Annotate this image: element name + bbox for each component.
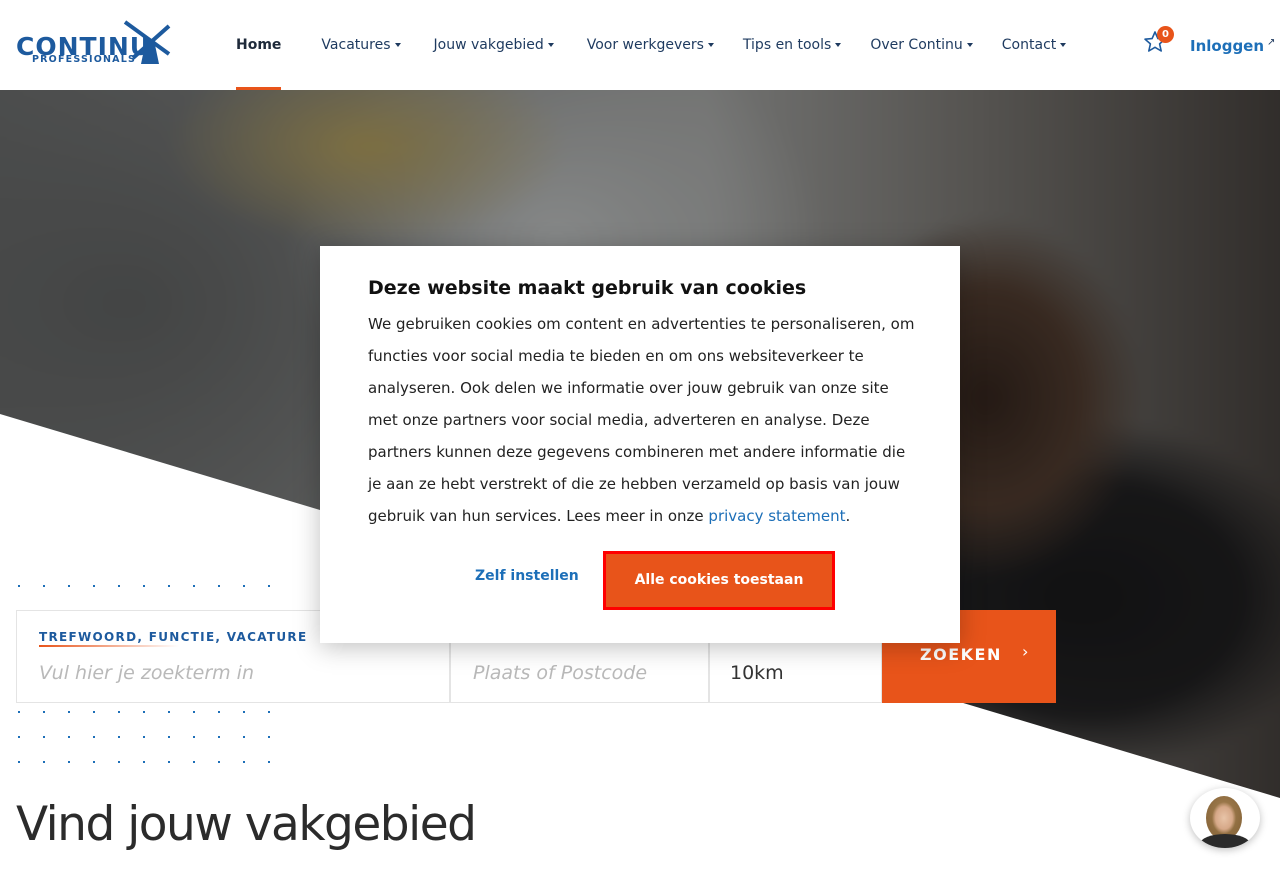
chat-avatar-button[interactable] xyxy=(1190,788,1260,848)
nav-vacatures[interactable]: Vacatures xyxy=(321,0,401,90)
main-nav: Home Vacatures Jouw vakgebied Voor werkg… xyxy=(236,0,1067,90)
dot-pattern xyxy=(16,761,276,765)
login-link[interactable]: Inloggen ↗ xyxy=(1190,37,1275,55)
caret-down-icon xyxy=(1060,43,1067,47)
nav-over-continu[interactable]: Over Continu xyxy=(870,0,973,90)
caret-down-icon xyxy=(966,43,973,47)
privacy-statement-link[interactable]: privacy statement xyxy=(708,507,845,525)
keyword-input[interactable]: Vul hier je zoekterm in xyxy=(39,662,254,684)
cookie-consent-dialog: Deze website maakt gebruik van cookies W… xyxy=(320,246,960,643)
nav-home[interactable]: Home xyxy=(236,0,282,90)
radius-value: 10km xyxy=(730,662,784,684)
nav-tips-en-tools[interactable]: Tips en tools xyxy=(743,0,842,90)
cookie-title: Deze website maakt gebruik van cookies xyxy=(368,277,807,299)
dot-pattern xyxy=(16,711,276,715)
nav-voor-werkgevers[interactable]: Voor werkgevers xyxy=(587,0,714,90)
nav-contact[interactable]: Contact xyxy=(1002,0,1067,90)
caret-down-icon xyxy=(707,43,714,47)
external-link-icon: ↗ xyxy=(1267,37,1276,48)
accept-all-cookies-button[interactable]: Alle cookies toestaan xyxy=(603,551,835,610)
custom-settings-button[interactable]: Zelf instellen xyxy=(475,568,579,584)
continu-logo[interactable]: CONTINU PROFESSIONALS xyxy=(16,18,178,66)
caret-down-icon xyxy=(547,43,554,47)
windmill-icon xyxy=(123,20,171,64)
caret-down-icon xyxy=(835,43,842,47)
dot-pattern xyxy=(16,736,276,740)
dot-pattern xyxy=(16,585,276,589)
chevron-right-icon: › xyxy=(1022,642,1029,661)
cookie-body: We gebruiken cookies om content en adver… xyxy=(368,315,915,525)
nav-jouw-vakgebied[interactable]: Jouw vakgebied xyxy=(434,0,554,90)
location-input[interactable]: Plaats of Postcode xyxy=(473,662,647,684)
label-underline xyxy=(39,645,179,647)
site-header: CONTINU PROFESSIONALS Home Vacatures Jou… xyxy=(0,0,1280,90)
favorites-count-badge: 0 xyxy=(1157,26,1174,43)
keyword-label: TREFWOORD, FUNCTIE, VACATURE xyxy=(39,630,308,644)
section-title: Vind jouw vakgebied xyxy=(16,797,477,852)
caret-down-icon xyxy=(394,43,401,47)
